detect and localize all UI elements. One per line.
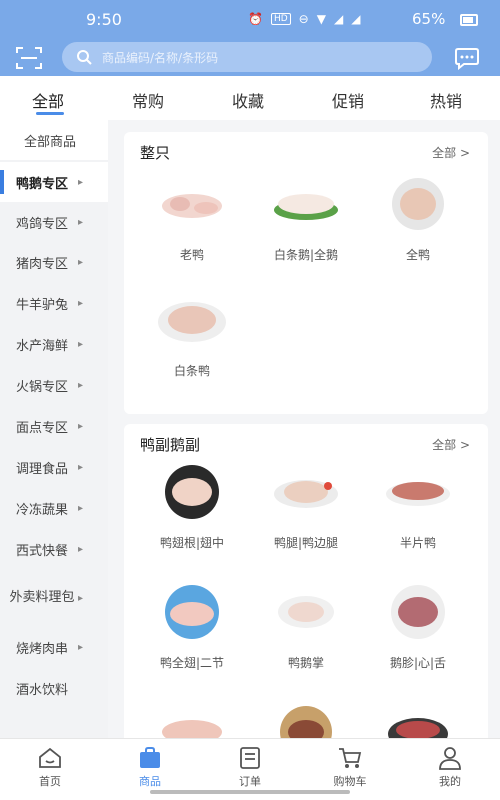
product-item[interactable]: 鸭全翅|二节 bbox=[142, 584, 242, 684]
dnd-icon: ⊖ bbox=[298, 12, 309, 26]
sidebar-item-prepared-food[interactable]: 调理食品 ▸ bbox=[0, 447, 108, 487]
battery-text: 65% bbox=[412, 10, 446, 28]
product-item[interactable]: 鹅胗|心|舌 bbox=[368, 584, 468, 684]
nav-profile[interactable]: 我的 bbox=[410, 745, 490, 789]
section-all-link[interactable]: 全部 > bbox=[432, 144, 470, 161]
home-indicator[interactable] bbox=[150, 790, 350, 794]
section-title: 整只 bbox=[140, 144, 171, 162]
sidebar-item-beef-lamb[interactable]: 牛羊驴兔 ▸ bbox=[0, 283, 108, 323]
product-item[interactable]: 半片鸭 bbox=[368, 464, 468, 564]
status-time: 9:50 bbox=[86, 10, 122, 29]
category-tabs: 全部 常购 收藏 促销 热销 bbox=[0, 76, 500, 120]
status-icons: ⏰ HD ⊖ ▼ ◢ ◢ bbox=[248, 12, 360, 26]
chevron-right-icon: ▸ bbox=[78, 543, 84, 555]
product-item[interactable]: 老鸭 bbox=[142, 176, 242, 276]
product-image bbox=[278, 596, 334, 628]
order-icon bbox=[240, 747, 260, 769]
search-placeholder: 商品编码/名称/条形码 bbox=[102, 51, 219, 65]
sidebar-item-chicken-pigeon[interactable]: 鸡鸽专区 ▸ bbox=[0, 202, 108, 242]
scan-button[interactable] bbox=[14, 44, 44, 72]
tab-promotion[interactable]: 促销 bbox=[332, 88, 364, 112]
tab-frequent[interactable]: 常购 bbox=[132, 88, 164, 112]
sidebar-item-pastry[interactable]: 面点专区 ▸ bbox=[0, 406, 108, 446]
nav-home[interactable]: 首页 bbox=[10, 745, 90, 789]
section-all-link[interactable]: 全部 > bbox=[432, 436, 470, 453]
product-image bbox=[165, 585, 219, 639]
product-item[interactable]: 白条鹅|全鹅 bbox=[256, 176, 356, 276]
sidebar-item-western-fastfood[interactable]: 西式快餐 ▸ bbox=[0, 529, 108, 569]
status-bar: 9:50 ⏰ HD ⊖ ▼ ◢ ◢ 65% bbox=[0, 0, 500, 40]
product-image bbox=[162, 194, 222, 218]
product-image bbox=[280, 706, 332, 738]
header: 商品编码/名称/条形码 bbox=[0, 40, 500, 76]
chevron-right-icon: ▸ bbox=[78, 297, 84, 309]
alarm-icon: ⏰ bbox=[248, 12, 263, 26]
sidebar-item-seafood[interactable]: 水产海鲜 ▸ bbox=[0, 324, 108, 364]
sidebar-item-duck-goose[interactable]: 鸭鹅专区 ▸ bbox=[0, 162, 108, 202]
product-item[interactable]: 全鸭 bbox=[368, 176, 468, 276]
tab-all[interactable]: 全部 bbox=[32, 88, 64, 112]
category-sidebar: 全部商品 鸭鹅专区 ▸ 鸡鸽专区 ▸ 猪肉专区 ▸ 牛羊驴兔 ▸ 水产海鲜 ▸ 火锅专区 ▸… bbox=[0, 120, 108, 738]
search-input[interactable]: 商品编码/名称/条形码 bbox=[62, 42, 432, 72]
product-item[interactable] bbox=[368, 702, 468, 738]
section-duck-goose-parts: 鸭副鹅副 全部 > 鸭翅根|翅中 鸭腿|鸭边腿 半片鸭 鸭全翅|二节 鸭鹅掌 鹅… bbox=[124, 424, 488, 738]
section-whole: 整只 全部 > 老鸭 白条鹅|全鹅 全鸭 白条鸭 bbox=[124, 132, 488, 414]
nav-goods[interactable]: 商品 bbox=[110, 745, 190, 789]
tab-favorites[interactable]: 收藏 bbox=[232, 88, 264, 112]
tab-hot[interactable]: 热销 bbox=[430, 88, 462, 112]
search-icon bbox=[77, 50, 92, 65]
sidebar-item-pork[interactable]: 猪肉专区 ▸ bbox=[0, 242, 108, 282]
chevron-right-icon: ▸ bbox=[78, 461, 84, 473]
product-image bbox=[158, 302, 226, 342]
product-item[interactable]: 鸭翅根|翅中 bbox=[142, 464, 242, 564]
section-title: 鸭副鹅副 bbox=[140, 436, 201, 454]
home-icon bbox=[39, 747, 61, 768]
sidebar-item-takeout-packs[interactable]: 外卖料理包 ▸ bbox=[0, 570, 108, 626]
chevron-right-icon: ▸ bbox=[78, 420, 84, 432]
message-button[interactable] bbox=[454, 46, 480, 71]
sidebar-item-frozen-veg[interactable]: 冷冻蔬果 ▸ bbox=[0, 488, 108, 528]
scan-icon bbox=[16, 47, 42, 69]
sidebar-item-all-goods[interactable]: 全部商品 bbox=[0, 120, 108, 160]
product-item[interactable] bbox=[142, 702, 242, 738]
product-image bbox=[165, 465, 219, 519]
wifi-icon: ▼ bbox=[316, 12, 326, 26]
chevron-right-icon: ▸ bbox=[78, 176, 84, 188]
tab-active-indicator bbox=[36, 112, 64, 115]
signal-icon: ◢ bbox=[333, 12, 344, 26]
chevron-right-icon: ▸ bbox=[78, 338, 84, 350]
sidebar-item-drinks[interactable]: 酒水饮料 bbox=[0, 668, 108, 708]
product-item[interactable]: 鸭腿|鸭边腿 bbox=[256, 464, 356, 564]
product-item[interactable] bbox=[256, 702, 356, 738]
chevron-right-icon: ▸ bbox=[78, 502, 84, 514]
product-image bbox=[392, 178, 444, 230]
product-image bbox=[274, 480, 338, 508]
chevron-right-icon: ▸ bbox=[78, 592, 84, 604]
chevron-right-icon: ▸ bbox=[78, 216, 84, 228]
product-image bbox=[386, 482, 450, 506]
chat-icon bbox=[455, 48, 479, 71]
battery-icon bbox=[460, 14, 478, 26]
product-list: 整只 全部 > 老鸭 白条鹅|全鹅 全鸭 白条鸭 鸭副鹅副 全部 > 鸭翅根|翅… bbox=[108, 120, 500, 738]
product-image bbox=[274, 194, 338, 220]
chevron-right-icon: ▸ bbox=[78, 256, 84, 268]
product-image bbox=[388, 718, 448, 738]
product-item[interactable]: 鸭鹅掌 bbox=[256, 584, 356, 684]
sidebar-item-hotpot[interactable]: 火锅专区 ▸ bbox=[0, 365, 108, 405]
nav-cart[interactable]: 购物车 bbox=[310, 745, 390, 789]
product-image bbox=[391, 585, 445, 639]
sidebar-item-bbq-skewers[interactable]: 烧烤肉串 ▸ bbox=[0, 627, 108, 667]
goods-icon bbox=[140, 747, 160, 768]
product-item[interactable]: 白条鸭 bbox=[142, 292, 242, 392]
chevron-right-icon: ▸ bbox=[78, 641, 84, 653]
chevron-right-icon: ▸ bbox=[78, 379, 84, 391]
signal2-icon: ◢ bbox=[351, 12, 361, 26]
hd-icon: HD bbox=[270, 13, 291, 25]
user-icon bbox=[439, 747, 461, 770]
product-image bbox=[162, 720, 222, 738]
nav-orders[interactable]: 订单 bbox=[210, 745, 290, 789]
cart-icon bbox=[339, 748, 362, 768]
